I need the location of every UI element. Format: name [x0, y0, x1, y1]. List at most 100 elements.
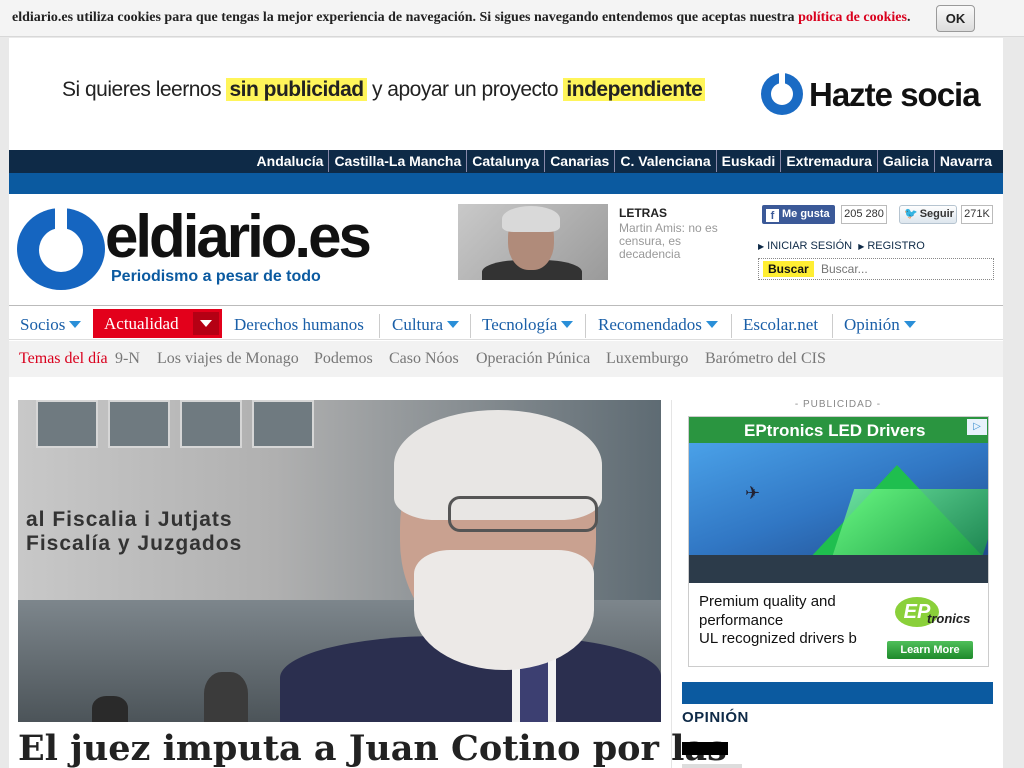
nav-cultura-label: Cultura	[392, 315, 443, 334]
facebook-like-label: Me gusta	[782, 208, 830, 220]
nav-actualidad[interactable]: Actualidad	[93, 309, 222, 338]
topic-link[interactable]: Barómetro del CIS	[705, 350, 826, 368]
topic-link[interactable]: Luxemburgo	[606, 350, 688, 368]
nav-opinion[interactable]: Opinión	[844, 311, 916, 339]
topics-bar: Temas del día 9-N Los viajes de Monago P…	[9, 341, 1003, 377]
cookie-policy-link[interactable]: política de cookies	[798, 10, 907, 25]
promo-text: Si quieres leernos sin publicidad y apoy…	[62, 78, 706, 102]
eldiario-logo-icon[interactable]	[17, 206, 105, 290]
nav-divider	[470, 314, 471, 338]
featured-article-image[interactable]	[458, 204, 608, 280]
opinion-block	[682, 742, 728, 755]
facebook-like-count: 205 280	[841, 205, 887, 224]
ad-copy: Premium quality and performance UL recog…	[699, 593, 857, 649]
nav-divider	[832, 314, 833, 338]
hero-sign: al Fiscalia i Jutjats Fiscalía y Juzgado…	[26, 508, 242, 556]
nav-derechos-humanos[interactable]: Derechos humanos	[234, 311, 364, 339]
chevron-down-icon	[561, 321, 574, 328]
nav-cultura[interactable]: Cultura	[392, 311, 459, 339]
nav-tecnologia[interactable]: Tecnología	[482, 311, 574, 339]
opinion-bar	[682, 682, 993, 704]
nav-divider	[379, 314, 380, 338]
promo-highlight-2: independiente	[563, 78, 706, 101]
search-box: Buscar	[758, 258, 994, 280]
region-link[interactable]: Navarra	[933, 150, 997, 172]
topic-link[interactable]: Los viajes de Monago	[157, 350, 299, 368]
facebook-like-button[interactable]: f Me gusta	[762, 205, 835, 224]
main-nav: Socios Actualidad Derechos humanos Cultu…	[9, 305, 1003, 340]
topic-link[interactable]: Operación Púnica	[476, 350, 590, 368]
region-link[interactable]: Andalucía	[252, 150, 329, 172]
featured-article-title[interactable]: Martin Amis: no es censura, es decadenci…	[619, 222, 737, 261]
adchoices-icon[interactable]: ▷	[967, 419, 987, 435]
ad-learn-more-button[interactable]: Learn More	[887, 641, 973, 659]
hero-sign-line2: Fiscalía y Juzgados	[26, 532, 243, 555]
cookie-ok-button[interactable]: OK	[936, 5, 975, 32]
topic-link[interactable]: 9-N	[115, 350, 140, 368]
login-link[interactable]: INICIAR SESIÓN	[767, 240, 852, 252]
promo-text-part1: Si quieres leernos	[62, 78, 227, 101]
chevron-down-icon[interactable]	[193, 312, 219, 335]
register-link[interactable]: REGISTRO	[867, 240, 924, 252]
topics-lead: Temas del día	[19, 350, 108, 367]
airplane-icon: ✈	[745, 483, 761, 503]
region-link[interactable]: Galicia	[876, 150, 934, 172]
opinion-section-title[interactable]: OPINIÓN	[682, 709, 749, 726]
chevron-down-icon	[447, 321, 459, 328]
region-link[interactable]: Castilla-La Mancha	[328, 150, 466, 172]
cookie-bar: eldiario.es utiliza cookies para que ten…	[0, 0, 1024, 37]
site-name[interactable]: eldiario.es	[105, 202, 372, 271]
ad-label: - PUBLICIDAD -	[794, 399, 882, 410]
nav-recomendados-label: Recomendados	[598, 315, 702, 334]
nav-recomendados[interactable]: Recomendados	[598, 311, 718, 339]
cookie-message: eldiario.es utiliza cookies para que ten…	[12, 10, 910, 26]
blue-strip	[9, 173, 1003, 194]
column-divider	[671, 400, 672, 768]
site-tagline: Periodismo a pesar de todo	[111, 268, 321, 285]
twitter-follow-button[interactable]: 🐦 Seguir	[899, 205, 957, 224]
facebook-icon: f	[766, 209, 779, 222]
topic-link[interactable]: Podemos	[314, 350, 373, 368]
region-link[interactable]: Extremadura	[780, 150, 877, 172]
arrow-right-icon: ▶	[858, 242, 865, 251]
chevron-down-icon	[69, 321, 82, 328]
ad-title: EPtronics LED Drivers	[744, 421, 926, 440]
chevron-down-icon	[903, 321, 916, 328]
topic-link[interactable]: Caso Nóos	[389, 350, 459, 368]
search-input[interactable]	[821, 260, 989, 278]
hazte-socia-link[interactable]: Hazte socia	[809, 76, 981, 114]
ad-copy-line1: Premium quality and	[699, 593, 836, 610]
nav-socios-label: Socios	[20, 315, 66, 334]
nav-divider	[585, 314, 586, 338]
ad-photo: ✈	[689, 443, 988, 583]
hero-image[interactable]: al Fiscalia i Jutjats Fiscalía y Juzgado…	[18, 400, 661, 722]
twitter-follow-label: Seguir	[919, 208, 954, 220]
account-links: ▶ INICIAR SESIÓN ▶ REGISTRO	[758, 240, 928, 252]
hero-headline[interactable]: El juez imputa a Juan Cotino por las	[18, 728, 727, 768]
region-link[interactable]: Canarias	[544, 150, 614, 172]
nav-escolar[interactable]: Escolar.net	[743, 311, 818, 339]
regions-bar: Andalucía Castilla-La Mancha Catalunya Cana…	[9, 150, 1003, 173]
region-link[interactable]: Catalunya	[466, 150, 544, 172]
arrow-right-icon: ▶	[758, 242, 765, 251]
cookie-message-end: .	[906, 10, 911, 25]
region-link[interactable]: Euskadi	[715, 150, 781, 172]
opinion-thumbnail[interactable]	[682, 764, 742, 768]
search-button[interactable]: Buscar	[763, 261, 814, 277]
ad-title-bar: EPtronics LED Drivers	[689, 417, 988, 443]
ad-copy-line3: UL recognized drivers b	[699, 630, 857, 647]
advertisement[interactable]: EPtronics LED Drivers ▷ ✈ Premium qualit…	[688, 416, 989, 667]
nav-tecnologia-label: Tecnología	[482, 315, 558, 334]
promo-highlight-1: sin publicidad	[226, 78, 367, 101]
ad-copy-line2: performance	[699, 611, 784, 629]
page: Si quieres leernos sin publicidad y apoy…	[9, 38, 1003, 768]
promo-text-part2: y apoyar un proyecto	[366, 78, 564, 101]
region-link[interactable]: C. Valenciana	[614, 150, 715, 172]
chevron-down-icon	[705, 321, 718, 328]
membership-promo[interactable]: Si quieres leernos sin publicidad y apoy…	[9, 38, 1003, 150]
hero-sign-line1: al Fiscalia i Jutjats	[26, 508, 233, 531]
hazte-socia-logo-icon	[761, 73, 803, 115]
nav-socios[interactable]: Socios	[20, 311, 82, 339]
eptronics-logo-icon: EP tronics	[893, 597, 971, 629]
featured-section-label[interactable]: LETRAS	[619, 206, 667, 220]
